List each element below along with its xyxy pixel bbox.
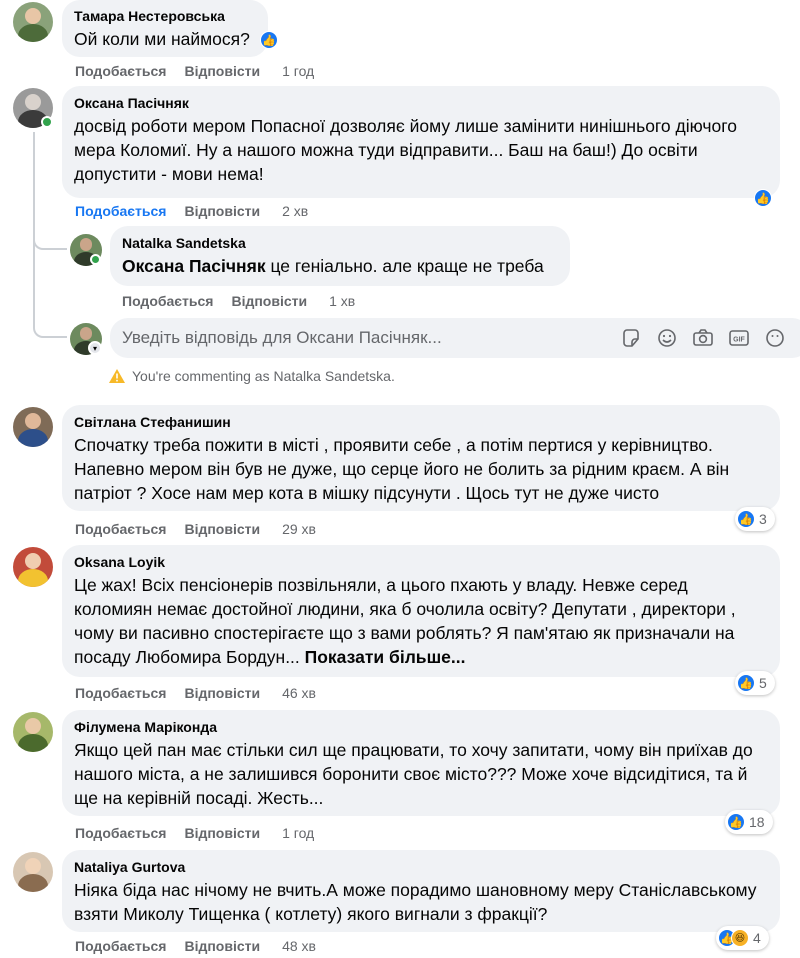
comment-time[interactable]: 29 хв: [282, 521, 316, 537]
reaction-summary[interactable]: 👍 5: [735, 671, 775, 695]
reaction-count: 5: [759, 675, 767, 691]
reaction-summary[interactable]: 👍 18: [725, 810, 773, 834]
gif-label: GIF: [733, 337, 745, 344]
comment-bubble: Oksana Loyik Це жах! Всіх пенсіонерів по…: [62, 545, 780, 677]
comment-author[interactable]: Nataliya Gurtova: [74, 858, 768, 876]
reply-button[interactable]: Відповісти: [184, 63, 260, 79]
avatar-sticker-icon[interactable]: [764, 327, 786, 349]
like-reaction-icon: 👍: [727, 813, 745, 831]
comment-actions: Подобається Відповісти 48 хв: [75, 938, 334, 954]
reaction-summary[interactable]: 👍: [258, 28, 280, 52]
reply-text-body: це геніально. але краще не треба: [265, 256, 544, 276]
reply-button[interactable]: Відповісти: [231, 293, 307, 309]
thread-connector: [33, 250, 67, 338]
comment-author[interactable]: Філумена Маріконда: [74, 718, 768, 736]
like-reaction-icon: 👍: [260, 31, 278, 49]
avatar[interactable]: [13, 852, 53, 892]
like-button[interactable]: Подобається: [75, 685, 166, 701]
comment-actions: Подобається Відповісти 1 год: [75, 63, 332, 79]
comment-actions: Подобається Відповісти 29 хв: [75, 521, 334, 537]
reply-time[interactable]: 1 хв: [329, 293, 355, 309]
like-button[interactable]: Подобається: [75, 825, 166, 841]
reply-input[interactable]: [122, 328, 602, 348]
comment-actions: Подобається Відповісти 1 год: [75, 825, 332, 841]
avatar[interactable]: [13, 407, 53, 447]
haha-reaction-icon: 😆: [731, 929, 749, 947]
reaction-count: 18: [749, 814, 765, 830]
camera-icon[interactable]: [692, 327, 714, 349]
reply-button[interactable]: Відповісти: [184, 938, 260, 954]
like-button[interactable]: Подобається: [75, 521, 166, 537]
reply-text: Оксана Пасічняк це геніально. але краще …: [122, 254, 558, 278]
comment-author[interactable]: Тамара Нестеровська: [74, 7, 256, 25]
comment-time[interactable]: 1 год: [282, 63, 314, 79]
emoji-icon[interactable]: [656, 327, 678, 349]
like-button[interactable]: Подобається: [75, 63, 166, 79]
gif-icon[interactable]: GIF: [728, 327, 750, 349]
like-button[interactable]: Подобається: [122, 293, 213, 309]
comment-bubble: Тамара Нестеровська Ой коли ми наймося?: [62, 0, 268, 57]
reply-button[interactable]: Відповісти: [184, 685, 260, 701]
composer-tools: GIF: [620, 327, 786, 349]
reply-author[interactable]: Natalka Sandetska: [122, 234, 558, 252]
avatar[interactable]: [13, 547, 53, 587]
reply-composer[interactable]: GIF: [110, 318, 800, 358]
avatar[interactable]: [13, 2, 53, 42]
reaction-count: 4: [753, 930, 761, 946]
reaction-summary[interactable]: 👍 3: [735, 507, 775, 531]
sticker-icon[interactable]: [620, 327, 642, 349]
account-switch-chevron-icon[interactable]: ▾: [88, 341, 102, 355]
comment-author[interactable]: Oksana Loyik: [74, 553, 768, 571]
comment-text: Ой коли ми наймося?: [74, 29, 250, 49]
comment-bubble: Філумена Маріконда Якщо цей пан має стіл…: [62, 710, 780, 816]
like-reaction-icon: 👍: [737, 510, 755, 528]
comment-text: досвід роботи мером Попасної дозволяє йо…: [74, 116, 737, 184]
comment-time[interactable]: 48 хв: [282, 938, 316, 954]
reply-button[interactable]: Відповісти: [184, 825, 260, 841]
like-reaction-icon: 👍: [737, 674, 755, 692]
reply-button[interactable]: Відповісти: [184, 203, 260, 219]
notice-text: You're commenting as Natalka Sandetska.: [132, 368, 395, 384]
online-status-dot: [41, 116, 53, 128]
comment-text: Це жах! Всіх пенсіонерів позвільняли, а …: [74, 573, 768, 669]
comment-author[interactable]: Оксана Пасічняк: [74, 94, 768, 112]
commenting-as-notice: You're commenting as Natalka Sandetska.: [108, 368, 395, 384]
comment-bubble: Оксана Пасічняк досвід роботи мером Попа…: [62, 86, 780, 198]
thread-connector: [33, 230, 67, 250]
reply-bubble: Natalka Sandetska Оксана Пасічняк це ген…: [110, 226, 570, 286]
like-button[interactable]: Подобається: [75, 938, 166, 954]
reply-actions: Подобається Відповісти 1 хв: [122, 293, 373, 309]
comment-time[interactable]: 2 хв: [282, 203, 308, 219]
reply-button[interactable]: Відповісти: [184, 521, 260, 537]
comment-text: Якщо цей пан має стільки сил ще працюват…: [74, 740, 753, 808]
see-more-link[interactable]: Показати більше...: [305, 647, 466, 667]
comment-text: Ніяка біда нас нічому не вчить.А може по…: [74, 880, 757, 924]
warning-icon: [109, 369, 125, 383]
comment-text: Спочатку треба пожити в місті , проявити…: [74, 435, 730, 503]
like-button[interactable]: Подобається: [75, 203, 166, 219]
comment-author[interactable]: Світлана Стефанишин: [74, 413, 768, 431]
like-reaction-icon: 👍: [754, 189, 772, 207]
online-status-dot: [90, 254, 101, 265]
comment-time[interactable]: 1 год: [282, 825, 314, 841]
comment-actions: Подобається Відповісти 2 хв: [75, 203, 326, 219]
reaction-summary[interactable]: 👍 😆 4: [716, 926, 769, 950]
reaction-count: 3: [759, 511, 767, 527]
reaction-summary[interactable]: 👍: [752, 186, 774, 210]
comment-actions: Подобається Відповісти 46 хв: [75, 685, 334, 701]
comment-bubble: Світлана Стефанишин Спочатку треба пожит…: [62, 405, 780, 511]
comment-bubble: Nataliya Gurtova Ніяка біда нас нічому н…: [62, 850, 780, 932]
comment-time[interactable]: 46 хв: [282, 685, 316, 701]
avatar[interactable]: [13, 712, 53, 752]
mention-link[interactable]: Оксана Пасічняк: [122, 256, 266, 276]
